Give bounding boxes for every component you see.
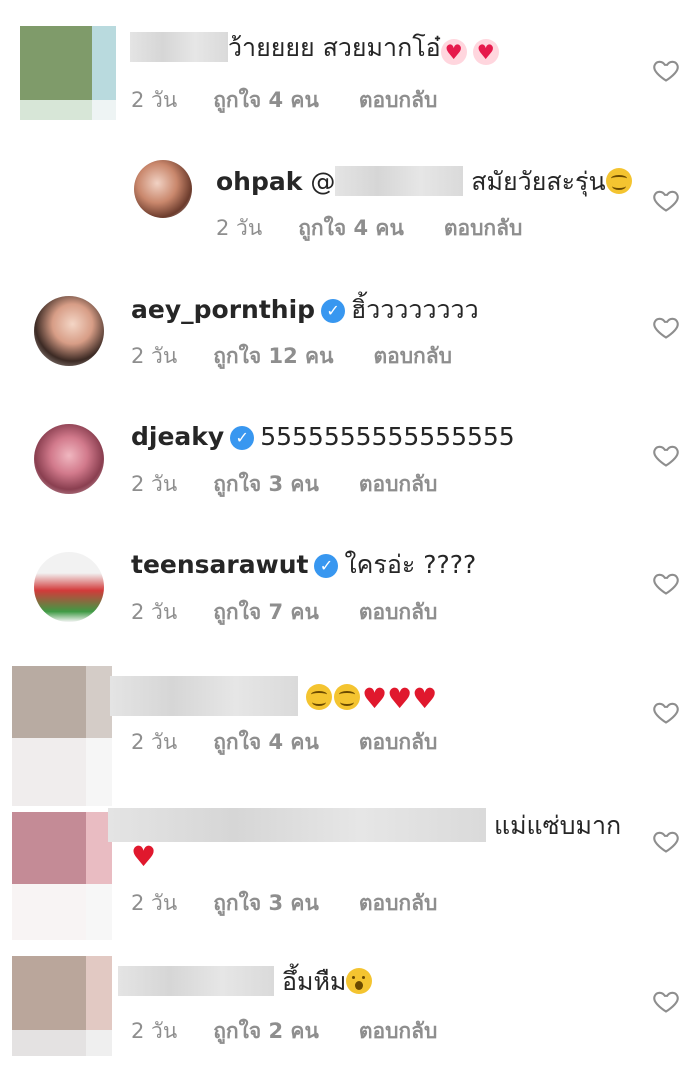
username-link[interactable]: aey_pornthip bbox=[131, 295, 315, 324]
smile-emoji-icon bbox=[605, 168, 632, 194]
comment-meta: 2 วัน ถูกใจ 3 คน ตอบกลับ bbox=[131, 468, 437, 501]
comment-body: แม่แซ่บมาก bbox=[493, 811, 622, 840]
comment-meta: 2 วัน ถูกใจ 12 คน ตอบกลับ bbox=[131, 340, 452, 373]
comment-meta: 2 วัน ถูกใจ 3 คน ตอบกลับ bbox=[131, 887, 437, 920]
avatar[interactable] bbox=[12, 666, 112, 806]
comment-time: 2 วัน bbox=[131, 472, 178, 496]
comment-text: ohpak @ สมัยวัยสะรุ่น bbox=[216, 166, 634, 198]
redacted-username bbox=[118, 966, 274, 996]
likes-count[interactable]: ถูกใจ 4 คน bbox=[213, 84, 319, 117]
like-heart-icon[interactable] bbox=[652, 987, 680, 1015]
avatar[interactable] bbox=[12, 812, 112, 940]
red-heart-emoji-icon: ♥ bbox=[412, 682, 438, 715]
comment-text: แม่แซ่บมาก bbox=[108, 808, 621, 842]
verified-badge-icon: ✓ bbox=[321, 299, 346, 323]
comment-text: ♥♥♥ bbox=[110, 676, 437, 716]
comment-body: ว้ายยยย สวยมากโอ๋ bbox=[228, 33, 441, 62]
comment-meta: 2 วัน ถูกใจ 7 คน ตอบกลับ bbox=[131, 596, 437, 629]
like-heart-icon[interactable] bbox=[652, 827, 680, 855]
reply-button[interactable]: ตอบกลับ bbox=[359, 887, 438, 920]
like-heart-icon[interactable] bbox=[652, 441, 680, 469]
comment-body: 5555555555555555 bbox=[260, 422, 515, 451]
likes-count[interactable]: ถูกใจ 7 คน bbox=[213, 596, 319, 629]
comment-text: ว้ายยยย สวยมากโอ๋ ♥ ♥ bbox=[130, 32, 499, 65]
like-heart-icon[interactable] bbox=[652, 569, 680, 597]
avatar[interactable] bbox=[134, 160, 192, 218]
comment-text: อึ้มหืม bbox=[118, 966, 373, 998]
reply-button[interactable]: ตอบกลับ bbox=[359, 84, 438, 117]
like-heart-icon[interactable] bbox=[652, 313, 680, 341]
likes-count[interactable]: ถูกใจ 2 คน bbox=[213, 1015, 319, 1048]
likes-count[interactable]: ถูกใจ 3 คน bbox=[213, 468, 319, 501]
redacted-username bbox=[130, 32, 228, 62]
comment-meta: 2 วัน ถูกใจ 2 คน ตอบกลับ bbox=[131, 1015, 437, 1048]
heart-emoji-icon: ♥ bbox=[472, 39, 499, 65]
surprised-emoji-icon bbox=[346, 968, 373, 994]
avatar[interactable] bbox=[34, 552, 104, 622]
smile-emoji-icon bbox=[333, 684, 360, 710]
comment-time: 2 วัน bbox=[216, 216, 263, 240]
redacted-username bbox=[110, 676, 298, 716]
like-heart-icon[interactable] bbox=[652, 56, 680, 84]
avatar[interactable] bbox=[12, 956, 112, 1056]
reply-button[interactable]: ตอบกลับ bbox=[359, 468, 438, 501]
mention-link[interactable]: @ bbox=[310, 167, 335, 196]
comment-text: aey_pornthip ✓ ฮิ้วววววววว bbox=[131, 294, 479, 326]
comment-time: 2 วัน bbox=[131, 730, 178, 754]
reply-button[interactable]: ตอบกลับ bbox=[359, 726, 438, 759]
username-link[interactable]: djeaky bbox=[131, 422, 224, 451]
comment-meta: 2 วัน ถูกใจ 4 คน ตอบกลับ bbox=[131, 84, 437, 117]
comment-time: 2 วัน bbox=[131, 891, 178, 915]
avatar[interactable] bbox=[34, 296, 104, 366]
comment-time: 2 วัน bbox=[131, 1019, 178, 1043]
like-heart-icon[interactable] bbox=[652, 186, 680, 214]
verified-badge-icon: ✓ bbox=[314, 554, 339, 578]
likes-count[interactable]: ถูกใจ 3 คน bbox=[213, 887, 319, 920]
comment-time: 2 วัน bbox=[131, 600, 178, 624]
comment-time: 2 วัน bbox=[131, 88, 178, 112]
reply-button[interactable]: ตอบกลับ bbox=[359, 1015, 438, 1048]
comment-body: ใครอ่ะ ???? bbox=[344, 550, 477, 579]
likes-count[interactable]: ถูกใจ 4 คน bbox=[298, 212, 404, 245]
comment-meta: 2 วัน ถูกใจ 4 คน ตอบกลับ bbox=[216, 212, 522, 245]
likes-count[interactable]: ถูกใจ 4 คน bbox=[213, 726, 319, 759]
username-link[interactable]: teensarawut bbox=[131, 550, 308, 579]
verified-badge-icon: ✓ bbox=[230, 426, 255, 450]
redacted-mention bbox=[335, 166, 464, 196]
red-heart-emoji-icon: ♥ bbox=[387, 682, 413, 715]
reply-button[interactable]: ตอบกลับ bbox=[444, 212, 523, 245]
red-heart-emoji-icon: ♥ bbox=[131, 840, 157, 873]
heart-emoji-icon: ♥ bbox=[440, 39, 467, 65]
comment-body: อึ้มหืม bbox=[281, 967, 347, 996]
comment-time: 2 วัน bbox=[131, 344, 178, 368]
red-heart-emoji-icon: ♥ bbox=[361, 682, 388, 715]
redacted-username bbox=[108, 808, 486, 842]
username-link[interactable]: ohpak bbox=[216, 167, 302, 196]
comment-text: teensarawut ✓ ใครอ่ะ ???? bbox=[131, 549, 476, 581]
avatar[interactable] bbox=[34, 424, 104, 494]
reply-button[interactable]: ตอบกลับ bbox=[359, 596, 438, 629]
comment-text: djeaky ✓ 5555555555555555 bbox=[131, 421, 515, 453]
comment-meta: 2 วัน ถูกใจ 4 คน ตอบกลับ bbox=[131, 726, 437, 759]
likes-count[interactable]: ถูกใจ 12 คน bbox=[213, 340, 333, 373]
comment-body: สมัยวัยสะรุ่น bbox=[471, 167, 606, 196]
avatar[interactable] bbox=[20, 26, 116, 120]
reply-button[interactable]: ตอบกลับ bbox=[373, 340, 452, 373]
like-heart-icon[interactable] bbox=[652, 698, 680, 726]
comment-body: ฮิ้วววววววว bbox=[351, 295, 479, 324]
smile-emoji-icon bbox=[305, 684, 332, 710]
comment-text-line-2: ♥ bbox=[131, 840, 156, 872]
